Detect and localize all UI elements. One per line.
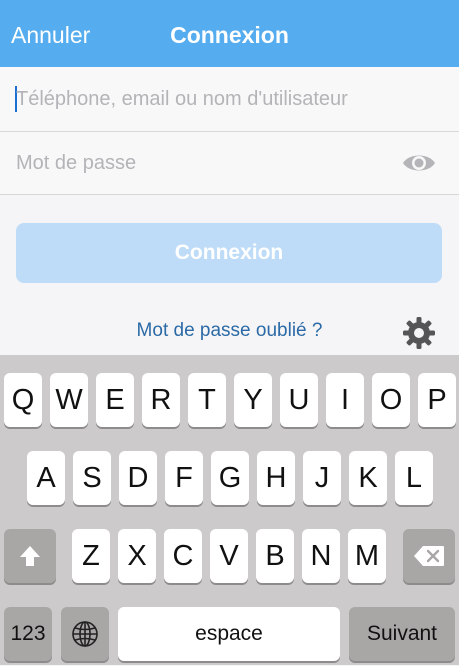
- key-p[interactable]: P: [418, 373, 456, 427]
- key-z[interactable]: Z: [72, 529, 110, 583]
- key-d[interactable]: D: [119, 451, 157, 505]
- key-i[interactable]: I: [326, 373, 364, 427]
- numbers-key[interactable]: 123: [4, 607, 52, 661]
- keyboard: Q W E R T Y U I O P A S D F G H J K L Z …: [0, 355, 459, 665]
- key-g[interactable]: G: [211, 451, 249, 505]
- shift-icon: [20, 546, 40, 566]
- globe-key[interactable]: [61, 607, 109, 661]
- key-x[interactable]: X: [118, 529, 156, 583]
- key-b[interactable]: B: [256, 529, 294, 583]
- password-input[interactable]: [16, 132, 396, 194]
- key-f[interactable]: F: [165, 451, 203, 505]
- space-key[interactable]: espace: [118, 607, 340, 661]
- next-key[interactable]: Suivant: [349, 607, 455, 661]
- delete-icon: [414, 546, 444, 566]
- key-c[interactable]: C: [164, 529, 202, 583]
- username-input[interactable]: [16, 67, 396, 131]
- login-button[interactable]: Connexion: [16, 223, 442, 283]
- eye-icon[interactable]: [401, 150, 437, 176]
- key-o[interactable]: O: [372, 373, 410, 427]
- key-l[interactable]: L: [395, 451, 433, 505]
- key-r[interactable]: R: [142, 373, 180, 427]
- key-e[interactable]: E: [96, 373, 134, 427]
- key-y[interactable]: Y: [234, 373, 272, 427]
- page-title: Connexion: [170, 22, 289, 48]
- key-m[interactable]: M: [348, 529, 386, 583]
- key-u[interactable]: U: [280, 373, 318, 427]
- key-s[interactable]: S: [73, 451, 111, 505]
- key-j[interactable]: J: [303, 451, 341, 505]
- key-t[interactable]: T: [188, 373, 226, 427]
- key-a[interactable]: A: [27, 451, 65, 505]
- nav-bar: Annuler Connexion: [0, 0, 459, 67]
- username-row: [0, 67, 459, 132]
- forgot-password-link[interactable]: Mot de passe oublié ?: [0, 320, 459, 342]
- shift-key[interactable]: [4, 529, 56, 583]
- key-k[interactable]: K: [349, 451, 387, 505]
- delete-key[interactable]: [403, 529, 455, 583]
- password-row: [0, 132, 459, 195]
- key-w[interactable]: W: [50, 373, 88, 427]
- gear-icon[interactable]: [402, 316, 436, 350]
- key-v[interactable]: V: [210, 529, 248, 583]
- key-h[interactable]: H: [257, 451, 295, 505]
- key-n[interactable]: N: [302, 529, 340, 583]
- globe-icon: [72, 621, 98, 647]
- key-q[interactable]: Q: [4, 373, 42, 427]
